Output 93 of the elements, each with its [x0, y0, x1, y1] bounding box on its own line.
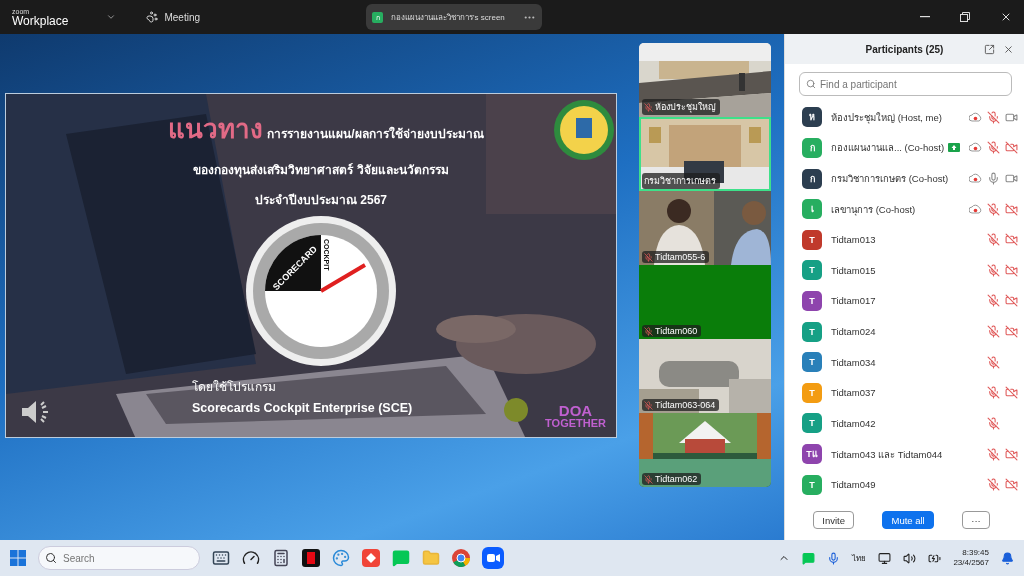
participant-row[interactable]: T Tidtam049 [785, 469, 1024, 500]
participant-name: Tidtam063-064 [642, 399, 720, 411]
participant-name: Tidtam024 [831, 326, 876, 338]
participant-avatar: T [802, 260, 822, 281]
participant-row[interactable]: เ เลขานุการ (Co-host) [785, 193, 1024, 225]
microphone-icon[interactable] [827, 551, 841, 565]
paw-icon [146, 11, 159, 23]
participant-name: ห้องประชุมใหญ่ [642, 99, 720, 115]
video-tile[interactable]: Tidtam063-064 [639, 339, 771, 413]
slide-heading-emphasis: แนวทาง [168, 113, 264, 146]
video-tile[interactable]: Tidtam060 [639, 265, 771, 339]
language-indicator[interactable]: ไทย [852, 551, 867, 565]
logo-text: DOA [558, 403, 593, 418]
participant-name: Tidtam060 [642, 325, 702, 337]
participant-name: Tidtam043 และ Tidtam044 [831, 447, 943, 462]
participant-name: Tidtam015 [831, 264, 876, 276]
volume-icon[interactable] [903, 551, 917, 565]
time-text: 8:39:45 [962, 547, 989, 558]
more-button[interactable]: ··· [962, 511, 990, 529]
logo-text: TOGETHER [545, 418, 606, 429]
participant-name: Tidtam042 [831, 417, 876, 429]
pop-out-icon[interactable] [984, 43, 995, 55]
participant-avatar: T [802, 474, 822, 495]
participant-row[interactable]: ก กองแผนงานแล... (Co-host) [785, 132, 1024, 164]
participant-row[interactable]: T Tidtam013 [785, 224, 1024, 256]
browser-icon[interactable] [452, 549, 470, 567]
participant-name: Tidtam013 [831, 234, 876, 246]
participant-avatar: Tแ [802, 444, 822, 464]
participant-name: กรมวิชาการเกษตร [642, 173, 720, 189]
clock[interactable]: 8:39:45 23/4/2567 [953, 547, 989, 569]
participant-avatar: T [802, 290, 822, 311]
video-tile[interactable]: Tidtam062 [639, 413, 771, 487]
participant-avatar: เ [802, 199, 822, 220]
participant-name: Tidtam017 [831, 295, 876, 307]
video-tile[interactable]: Tidtam055-6 [639, 191, 771, 265]
participant-name: เลขานุการ (Co-host) [831, 202, 916, 217]
slide-heading: การรายงานแผน/ผลการใช้จ่ายงบประมาณ [267, 125, 484, 143]
share-label: กองแผนงานและวิชาการ's screen [391, 11, 506, 24]
keyboard-icon[interactable] [212, 549, 230, 567]
video-tile[interactable]: ห้องประชุมใหญ่ [639, 43, 771, 117]
notification-icon[interactable] [1001, 551, 1014, 565]
participant-row[interactable]: ก กรมวิชาการเกษตร (Co-host) [785, 163, 1024, 194]
participant-avatar: T [802, 229, 822, 250]
slide-heading: ของกองทุนส่งเสริมวิทยาศาสตร์ วิจัยและนวัตกรรม [193, 162, 449, 179]
participant-row[interactable]: T Tidtam034 [785, 346, 1024, 378]
date-text: 23/4/2567 [953, 558, 989, 569]
participant-row[interactable]: T Tidtam015 [785, 255, 1024, 286]
participant-row[interactable]: Tแ Tidtam043 และ Tidtam044 [785, 438, 1024, 470]
panel-title: Participants (25) [864, 43, 945, 55]
remote-app-icon[interactable] [362, 549, 380, 567]
participant-avatar: T [802, 352, 822, 373]
participant-row[interactable]: T Tidtam042 [785, 408, 1024, 439]
meeting-button[interactable]: Meeting [140, 10, 207, 24]
participant-avatar: T [802, 382, 822, 403]
close-icon[interactable] [1000, 11, 1012, 23]
gauge-icon[interactable] [242, 549, 260, 567]
minimize-icon[interactable] [920, 16, 930, 18]
participant-avatar: T [802, 413, 822, 434]
slide-caption: Scorecards Cockpit Enterprise (SCE) [192, 401, 413, 415]
video-tile[interactable]: กรมวิชาการเกษตร [639, 117, 771, 191]
participant-name: Tidtam062 [642, 473, 702, 485]
participant-name: กองแผนงานแล... (Co-host) [831, 141, 945, 156]
streaming-app-icon[interactable] [302, 549, 320, 567]
participant-name: Tidtam034 [831, 356, 876, 368]
participant-name: กรมวิชาการเกษตร (Co-host) [831, 172, 949, 186]
slide-heading: ประจำปีงบประมาณ 2567 [255, 192, 387, 209]
participant-row[interactable]: T Tidtam017 [785, 285, 1024, 317]
video-app-icon[interactable] [482, 547, 504, 569]
search-icon [806, 79, 816, 89]
participant-row[interactable]: T Tidtam037 [785, 377, 1024, 409]
search-field[interactable]: Find a participant [799, 72, 1012, 96]
participant-avatar: ห [802, 107, 822, 128]
search-icon [45, 552, 57, 564]
restore-icon[interactable] [960, 12, 970, 22]
brand-name: Workplace [12, 14, 69, 27]
participant-avatar: T [802, 321, 822, 342]
participant-name: Tidtam055-6 [642, 251, 710, 263]
calculator-icon[interactable] [272, 549, 290, 567]
invite-button[interactable]: Invite [813, 511, 854, 529]
participant-avatar: ก [802, 137, 822, 158]
participant-row[interactable]: T Tidtam024 [785, 316, 1024, 347]
taskbar-search[interactable]: Search [38, 546, 200, 570]
chevron-icon[interactable] [106, 12, 117, 22]
participant-name: ห้องประชุมใหญ่ (Host, me) [831, 110, 942, 125]
participant-row[interactable]: ห ห้องประชุมใหญ่ (Host, me) [785, 102, 1024, 133]
mute-all-button[interactable]: Mute all [882, 511, 934, 529]
participant-avatar: ก [802, 168, 822, 189]
network-icon[interactable] [878, 551, 892, 565]
slide-caption: โดยใช้โปรแกรม [192, 379, 276, 396]
participant-name: Tidtam049 [831, 479, 876, 491]
palette-icon[interactable] [332, 549, 350, 567]
start-icon[interactable] [10, 550, 26, 566]
participant-name: Tidtam037 [831, 387, 876, 399]
